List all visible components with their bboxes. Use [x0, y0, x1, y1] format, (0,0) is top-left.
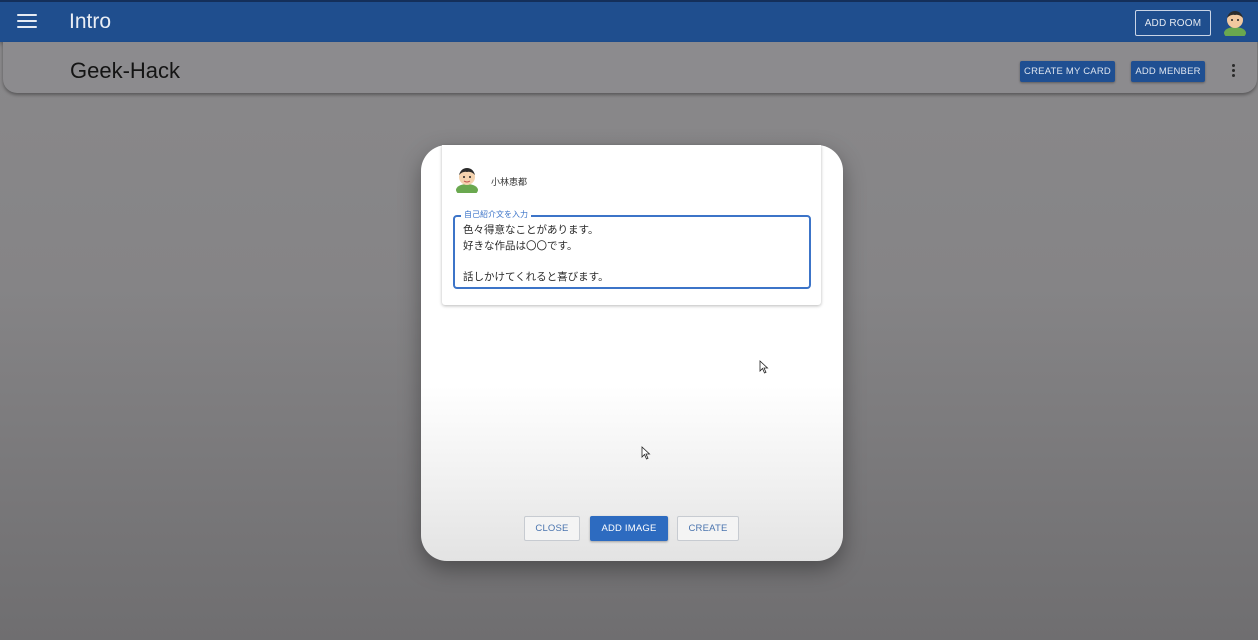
- create-my-card-button[interactable]: CREATE MY CARD: [1020, 61, 1115, 82]
- mouse-cursor-icon: [759, 360, 769, 374]
- self-introduction-text[interactable]: 色々得意なことがあります。 好きな作品は〇〇です。 話しかけてくれると喜びます。: [463, 223, 609, 285]
- mouse-cursor-icon: [641, 446, 651, 460]
- room-title: Geek-Hack: [70, 58, 181, 83]
- create-button[interactable]: CREATE: [677, 516, 739, 541]
- user-name: 小林恵都: [491, 177, 528, 187]
- add-room-button[interactable]: ADD ROOM: [1135, 10, 1211, 36]
- create-card-dialog: 小林恵都 自己紹介文を入力 色々得意なことがあります。 好きな作品は〇〇です。 …: [421, 145, 843, 561]
- app-bar: Intro ADD ROOM: [0, 0, 1258, 42]
- profile-card: 小林恵都 自己紹介文を入力 色々得意なことがあります。 好きな作品は〇〇です。 …: [442, 145, 821, 305]
- user-avatar-icon: [456, 168, 478, 193]
- self-introduction-field[interactable]: 自己紹介文を入力 色々得意なことがあります。 好きな作品は〇〇です。 話しかけて…: [453, 209, 811, 289]
- hamburger-menu-icon[interactable]: [17, 14, 37, 30]
- user-avatar-icon[interactable]: [1221, 8, 1249, 36]
- self-introduction-label: 自己紹介文を入力: [461, 209, 531, 221]
- more-vertical-icon[interactable]: [1230, 64, 1236, 78]
- add-member-button[interactable]: ADD MENBER: [1131, 61, 1205, 82]
- close-button[interactable]: CLOSE: [524, 516, 580, 541]
- add-image-button[interactable]: ADD IMAGE: [590, 516, 668, 541]
- app-title: Intro: [69, 10, 112, 33]
- room-header: Geek-Hack CREATE MY CARD ADD MENBER: [3, 42, 1257, 93]
